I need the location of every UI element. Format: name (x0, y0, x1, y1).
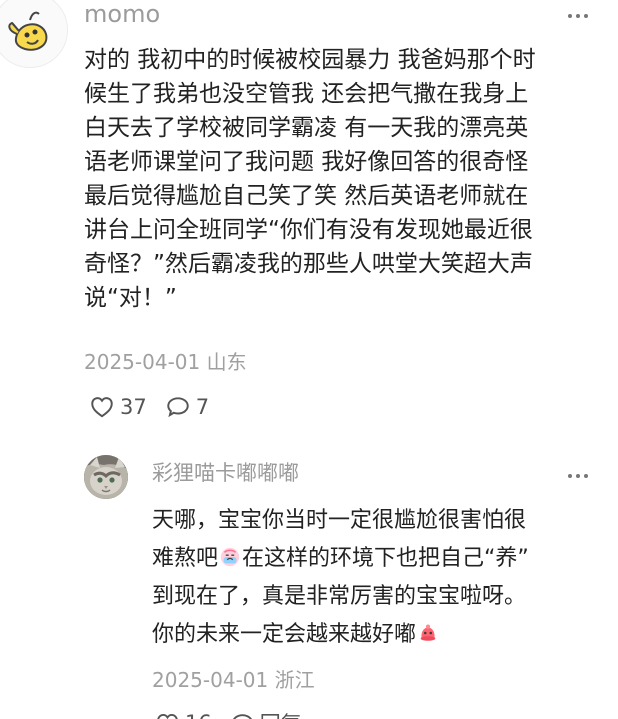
comment-line: 说“对！” (84, 285, 177, 311)
comment-username[interactable]: momo (84, 0, 160, 30)
reply-count: 7 (195, 395, 210, 419)
user-avatar[interactable] (0, 0, 68, 68)
reply-line: 天哪，宝宝你当时一定很尴尬很害怕很 (152, 508, 527, 533)
comment-line: 语老师课堂问了我问题 我好像回答的很奇怪 (84, 149, 529, 175)
reply-meta: 2025-04-01 浙江 (152, 666, 315, 694)
reply-button[interactable]: 7 (165, 394, 209, 420)
comment-line: 白天去了学校被同学霸凌 有一天我的漂亮英 (84, 115, 529, 141)
cartoon-face-icon (0, 0, 67, 67)
reply-line: 难熬吧 在这样的环境下也把自己“养” (152, 540, 602, 578)
comment-icon (232, 713, 252, 719)
reply-date: 2025-04-01 (152, 668, 269, 692)
comment-line: 最后觉得尴尬自己笑了笑 然后英语老师就在 (84, 183, 529, 209)
like-count: 37 (120, 395, 147, 419)
reply-like-count: 16 (185, 711, 212, 719)
cat-photo-avatar (84, 455, 128, 499)
more-dots-icon[interactable] (568, 14, 588, 18)
comment-actions: 37 7 (89, 394, 209, 420)
like-button[interactable]: 37 (89, 394, 147, 420)
reply-line-part: 在这样的环境下也把自己“养” (242, 546, 529, 571)
comment-line: 对的 我初中的时候被校园暴力 我爸妈那个时 (84, 47, 536, 73)
reply-line: 到现在了，真是非常厉害的宝宝啦呀。 (152, 584, 527, 609)
reply-line-part: 你的未来一定会越来越好嘟 (152, 622, 417, 647)
reply-content: 天哪，宝宝你当时一定很尴尬很害怕很 难熬吧 在这样的环境下也把自己“养” 到现在… (152, 502, 602, 654)
comment-content: 对的 我初中的时候被校园暴力 我爸妈那个时 候生了我弟也没空管我 还会把气撒在我… (84, 43, 604, 315)
reply-reply-button[interactable]: 回复 (230, 708, 302, 719)
comment-date: 2025-04-01 (84, 350, 201, 374)
red-cute-emoji (420, 624, 436, 641)
comment-meta: 2025-04-01 山东 (84, 348, 247, 376)
comment-line: 讲台上问全班同学“你们有没有发现她最近很 (84, 217, 533, 243)
reply-actions: 16 回复 (155, 708, 302, 719)
reply-line-part: 难熬吧 (152, 546, 219, 571)
reply-location: 浙江 (274, 668, 315, 692)
comment-line: 候生了我弟也没空管我 还会把气撒在我身上 (84, 81, 529, 107)
crying-face-emoji (220, 547, 240, 567)
comment-location: 山东 (206, 350, 247, 374)
comment-icon (167, 397, 189, 418)
heart-icon (91, 397, 113, 418)
comment-line: 奇怪？”然后霸凌我的那些人哄堂大笑超大声 (84, 251, 533, 277)
reply-line: 你的未来一定会越来越好嘟 (152, 616, 602, 654)
reply-avatar[interactable] (84, 455, 128, 499)
heart-icon (157, 713, 178, 719)
reply-reply-label: 回复 (260, 708, 302, 719)
reply-username[interactable]: 彩狸喵卡嘟嘟嘟 (152, 458, 299, 488)
reply-like-button[interactable]: 16 (155, 711, 212, 719)
more-dots-icon[interactable] (568, 474, 588, 478)
